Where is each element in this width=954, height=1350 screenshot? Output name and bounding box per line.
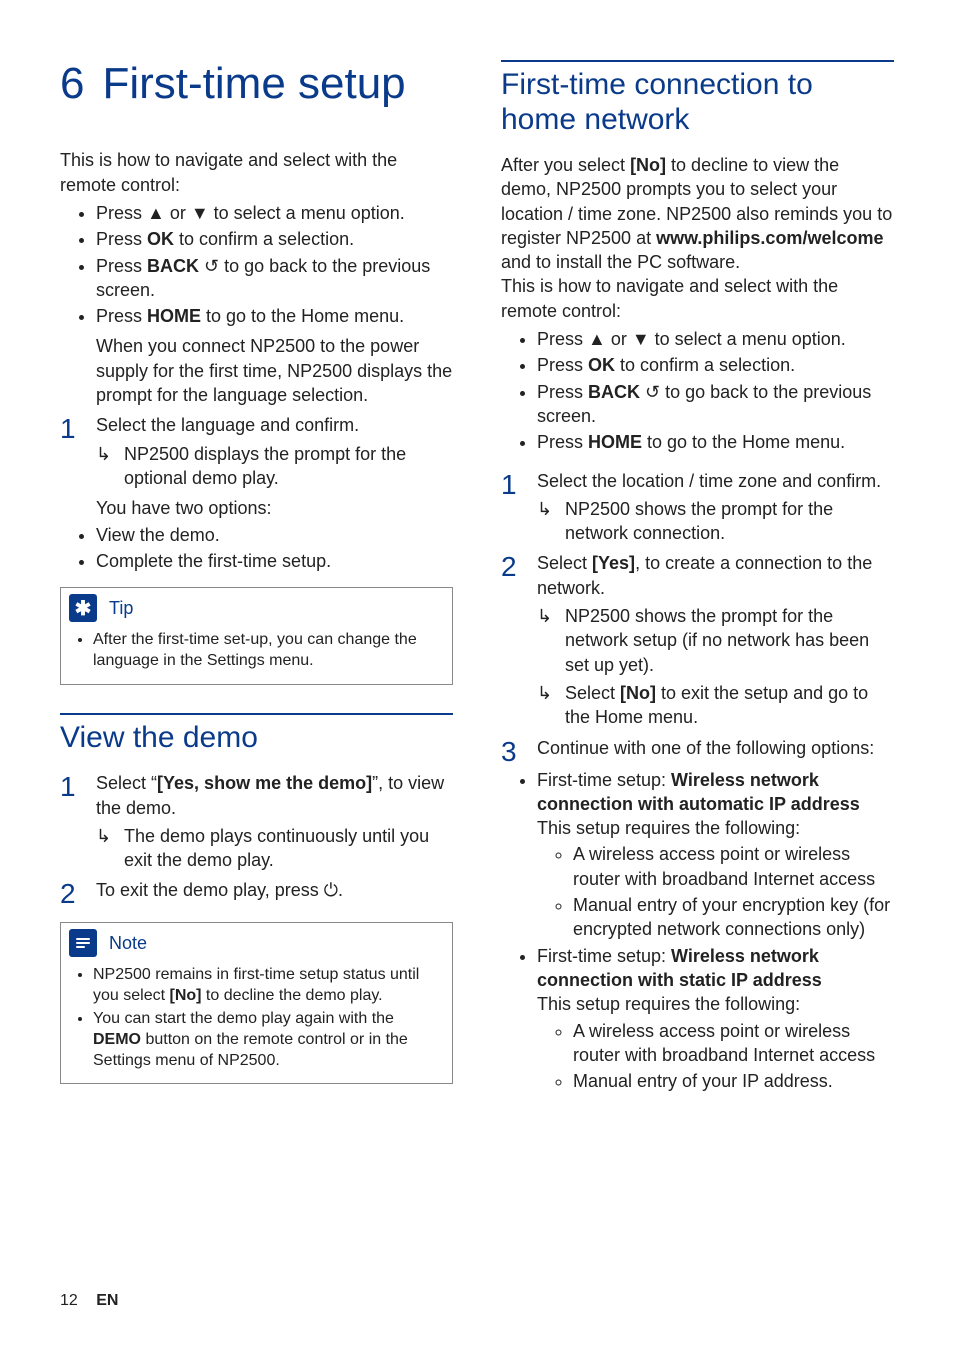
result-line: ↳ NP2500 shows the prompt for the networ… [537, 604, 894, 677]
tip-label: Tip [109, 598, 133, 619]
left-column: 6 First-time setup This is how to navigat… [60, 60, 453, 1099]
section-divider [60, 713, 453, 721]
setup-option: First-time setup: Wireless network conne… [537, 944, 894, 1094]
chapter-title: First-time setup [102, 59, 405, 108]
note-item: NP2500 remains in first-time setup statu… [93, 965, 438, 1007]
right-column: First-time connection to home network Af… [501, 60, 894, 1099]
result-text: NP2500 shows the prompt for the network … [565, 604, 894, 677]
nav-list-left: Press ▲ or ▼ to select a menu option. Pr… [60, 201, 453, 328]
step-body: Continue with one of the following optio… [537, 736, 894, 766]
result-text: The demo plays continuously until you ex… [124, 824, 453, 873]
result-text: Select [No] to exit the setup and go to … [565, 681, 894, 730]
tip-item: After the first-time set-up, you can cha… [93, 630, 438, 672]
section-view-demo: View the demo [60, 721, 453, 756]
right-intro: After you select [No] to decline to view… [501, 153, 894, 323]
note-icon [69, 929, 97, 957]
result-text: NP2500 shows the prompt for the network … [565, 497, 894, 546]
nav-item: Press HOME to go to the Home menu. [96, 304, 453, 328]
after-text: You have two options: [96, 496, 453, 520]
arrow-icon: ↳ [537, 604, 565, 677]
step-number: 1 [60, 771, 96, 872]
option-item: Complete the first-time setup. [96, 549, 453, 573]
step-number: 3 [501, 736, 537, 766]
option-lead: First-time setup: Wireless network conne… [537, 946, 822, 990]
step-number: 1 [60, 413, 96, 520]
step-number: 2 [60, 878, 96, 908]
nav-item: Press BACK ↺ to go back to the previous … [96, 254, 453, 303]
result-line: ↳ NP2500 shows the prompt for the networ… [537, 497, 894, 546]
requirements: A wireless access point or wireless rout… [537, 1019, 894, 1094]
page: 6 First-time setup This is how to navigat… [0, 0, 954, 1350]
intro-text: This is how to navigate and select with … [60, 148, 453, 197]
setup-options: First-time setup: Wireless network conne… [501, 768, 894, 1094]
tip-header: ✱ Tip [61, 588, 452, 626]
right-step-1: 1 Select the location / time zone and co… [501, 469, 894, 546]
option-lead: First-time setup: Wireless network conne… [537, 770, 860, 814]
section-first-connection: First-time connection to home network [501, 68, 894, 137]
arrow-icon: ↳ [537, 497, 565, 546]
option-req: This setup requires the following: [537, 818, 800, 838]
note-box: Note NP2500 remains in first-time setup … [60, 922, 453, 1084]
options-list: View the demo. Complete the first-time s… [60, 523, 453, 574]
note-label: Note [109, 933, 147, 954]
result-text: NP2500 displays the prompt for the optio… [124, 442, 453, 491]
columns: 6 First-time setup This is how to navigat… [60, 60, 894, 1099]
step-body: Select [Yes], to create a connection to … [537, 551, 894, 729]
demo-step-2: 2 To exit the demo play, press ⏻. [60, 878, 453, 908]
chapter-heading: 6 First-time setup [60, 60, 453, 108]
tip-box: ✱ Tip After the first-time set-up, you c… [60, 587, 453, 685]
step-text: Select [Yes], to create a connection to … [537, 553, 872, 597]
page-footer: 12 EN [60, 1292, 118, 1310]
option-req: This setup requires the following: [537, 994, 800, 1014]
right-step-3: 3 Continue with one of the following opt… [501, 736, 894, 766]
nav-item: Press ▲ or ▼ to select a menu option. [96, 201, 453, 225]
setup-option: First-time setup: Wireless network conne… [537, 768, 894, 942]
arrow-icon: ↳ [537, 681, 565, 730]
section-divider [501, 60, 894, 68]
arrow-icon: ↳ [96, 824, 124, 873]
nav-item: Press ▲ or ▼ to select a menu option. [537, 327, 894, 351]
nav-item: Press HOME to go to the Home menu. [537, 430, 894, 454]
step-body: Select the language and confirm. ↳ NP250… [96, 413, 453, 520]
arrow-icon: ↳ [96, 442, 124, 491]
req-item: Manual entry of your IP address. [573, 1069, 894, 1093]
req-item: A wireless access point or wireless rout… [573, 1019, 894, 1068]
step-text: Continue with one of the following optio… [537, 738, 874, 758]
step-text: To exit the demo play, press ⏻. [96, 880, 343, 900]
nav-item: Press OK to confirm a selection. [537, 353, 894, 377]
step-body: Select the location / time zone and conf… [537, 469, 894, 546]
result-line: ↳ The demo plays continuously until you … [96, 824, 453, 873]
nav-item: Press OK to confirm a selection. [96, 227, 453, 251]
note-item: You can start the demo play again with t… [93, 1009, 438, 1071]
nav-item: Press BACK ↺ to go back to the previous … [537, 380, 894, 429]
note-items: NP2500 remains in first-time setup statu… [75, 965, 438, 1071]
result-line: ↳ NP2500 displays the prompt for the opt… [96, 442, 453, 491]
right-step-2: 2 Select [Yes], to create a connection t… [501, 551, 894, 729]
step-1: 1 Select the language and confirm. ↳ NP2… [60, 413, 453, 520]
req-item: A wireless access point or wireless rout… [573, 842, 894, 891]
page-number: 12 [60, 1292, 78, 1309]
result-line: ↳ Select [No] to exit the setup and go t… [537, 681, 894, 730]
option-item: View the demo. [96, 523, 453, 547]
chapter-number: 6 [60, 60, 84, 108]
step-text: Select “[Yes, show me the demo]”, to vie… [96, 773, 444, 817]
step-number: 2 [501, 551, 537, 729]
tip-items: After the first-time set-up, you can cha… [75, 630, 438, 672]
connect-paragraph: When you connect NP2500 to the power sup… [60, 334, 453, 407]
step-body: To exit the demo play, press ⏻. [96, 878, 453, 908]
step-number: 1 [501, 469, 537, 546]
req-item: Manual entry of your encryption key (for… [573, 893, 894, 942]
step-text: Select the location / time zone and conf… [537, 471, 881, 491]
step-body: Select “[Yes, show me the demo]”, to vie… [96, 771, 453, 872]
asterisk-icon: ✱ [69, 594, 97, 622]
nav-list-right: Press ▲ or ▼ to select a menu option. Pr… [501, 327, 894, 454]
page-lang: EN [96, 1292, 118, 1309]
step-text: Select the language and confirm. [96, 415, 359, 435]
requirements: A wireless access point or wireless rout… [537, 842, 894, 941]
note-header: Note [61, 923, 452, 961]
demo-step-1: 1 Select “[Yes, show me the demo]”, to v… [60, 771, 453, 872]
